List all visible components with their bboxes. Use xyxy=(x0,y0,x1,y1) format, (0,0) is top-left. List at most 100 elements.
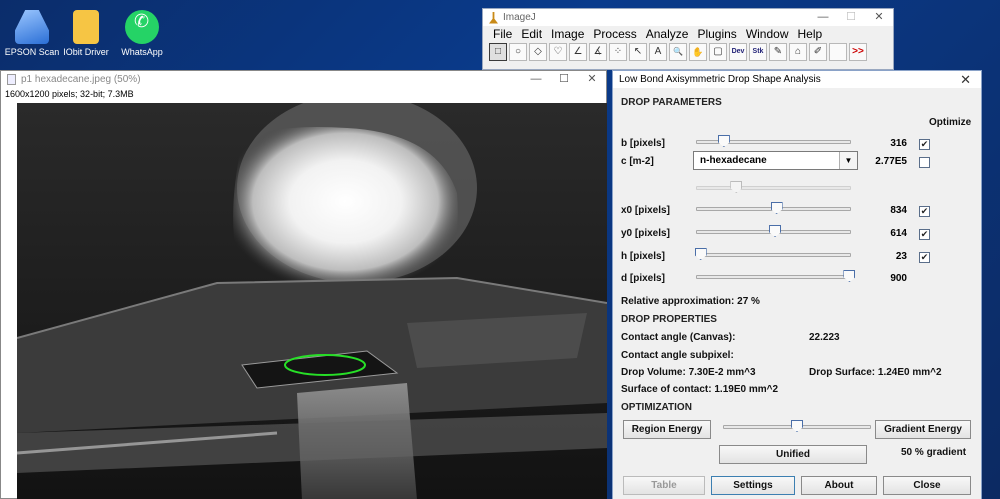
c-label: c [m-2] xyxy=(621,156,654,167)
imagej-titlebar[interactable]: ImageJ — ☐ ✕ xyxy=(483,9,893,26)
maximize-button[interactable]: ☐ xyxy=(550,71,578,88)
drop-volume: Drop Volume: 7.30E-2 mm^3 xyxy=(621,367,756,378)
fluid-select[interactable]: n-hexadecane ▼ xyxy=(693,151,858,170)
point-tool-icon[interactable]: ⁘ xyxy=(609,43,627,61)
dropper-tool-icon[interactable]: ▢ xyxy=(709,43,727,61)
rectangle-tool-icon[interactable]: □ xyxy=(489,43,507,61)
dialog-title: Low Bond Axisymmetric Drop Shape Analysi… xyxy=(619,74,821,85)
unified-button[interactable]: Unified xyxy=(719,445,867,464)
menu-process[interactable]: Process xyxy=(593,27,636,41)
menu-file[interactable]: File xyxy=(493,27,512,41)
y0-optimize-checkbox[interactable]: ✔ xyxy=(919,229,930,240)
section-drop-properties: DROP PROPERTIES xyxy=(621,314,717,325)
dialog-body: DROP PARAMETERS Optimize b [pixels] 316 … xyxy=(613,88,981,499)
x0-optimize-checkbox[interactable]: ✔ xyxy=(919,206,930,217)
h-value: 23 xyxy=(895,251,907,262)
menu-analyze[interactable]: Analyze xyxy=(646,27,689,41)
optimize-header: Optimize xyxy=(929,117,972,128)
h-slider[interactable] xyxy=(694,248,851,260)
menu-edit[interactable]: Edit xyxy=(521,27,542,41)
x0-slider[interactable] xyxy=(696,202,851,214)
image-info: 1600x1200 pixels; 32-bit; 7.3MB xyxy=(5,89,134,99)
h-optimize-checkbox[interactable]: ✔ xyxy=(919,252,930,263)
text-tool-icon[interactable]: A xyxy=(649,43,667,61)
settings-button[interactable]: Settings xyxy=(711,476,795,495)
magnifier-tool-icon[interactable]: 🔍 xyxy=(669,43,687,61)
b-optimize-checkbox[interactable]: ✔ xyxy=(919,139,930,150)
menu-window[interactable]: Window xyxy=(746,27,789,41)
stack-menu-icon[interactable]: Stk xyxy=(749,43,767,61)
imagej-window: ImageJ — ☐ ✕ File Edit Image Process Ana… xyxy=(482,8,894,70)
gradient-energy-button[interactable]: Gradient Energy xyxy=(875,420,971,439)
lbadsa-dialog: Low Bond Axisymmetric Drop Shape Analysi… xyxy=(612,70,982,499)
table-button[interactable]: Table xyxy=(623,476,705,495)
dev-menu-icon[interactable]: Dev xyxy=(729,43,747,61)
close-icon[interactable]: ✕ xyxy=(960,72,971,88)
d-value: 900 xyxy=(890,273,907,284)
d-label: d [pixels] xyxy=(621,273,665,284)
imagej-toolbar: □ ○ ◇ ♡ ∠ ∡ ⁘ ↖ A 🔍 ✋ ▢ Dev Stk ✎ ⌂ ✐ >> xyxy=(483,41,893,61)
angle-tool-icon[interactable]: ∡ xyxy=(589,43,607,61)
about-button[interactable]: About xyxy=(801,476,877,495)
desktop-icon-label: WhatsApp xyxy=(121,47,163,57)
hand-tool-icon[interactable]: ✋ xyxy=(689,43,707,61)
contact-angle-label: Contact angle (Canvas): xyxy=(621,332,736,343)
contact-angle-value: 22.223 xyxy=(809,332,840,343)
pencil-tool-icon[interactable]: ✐ xyxy=(809,43,827,61)
y0-value: 614 xyxy=(890,228,907,239)
wand-tool-icon[interactable]: ↖ xyxy=(629,43,647,61)
chevron-down-icon: ▼ xyxy=(839,152,857,169)
menu-plugins[interactable]: Plugins xyxy=(697,27,736,41)
energy-balance-slider[interactable] xyxy=(723,420,871,432)
region-energy-button[interactable]: Region Energy xyxy=(623,420,711,439)
imagej-menubar: File Edit Image Process Analyze Plugins … xyxy=(483,26,893,41)
imagej-title: ImageJ xyxy=(503,12,536,23)
x0-label: x0 [pixels] xyxy=(621,205,670,216)
fluid-select-value: n-hexadecane xyxy=(700,155,767,166)
more-tools-icon[interactable]: >> xyxy=(849,43,867,61)
empty-tool-slot[interactable] xyxy=(829,43,847,61)
dialog-titlebar[interactable]: Low Bond Axisymmetric Drop Shape Analysi… xyxy=(613,71,981,88)
image-file-icon xyxy=(7,74,16,85)
brush-tool-icon[interactable]: ✎ xyxy=(769,43,787,61)
surface-of-contact: Surface of contact: 1.19E0 mm^2 xyxy=(621,384,779,395)
polygon-tool-icon[interactable]: ◇ xyxy=(529,43,547,61)
b-label: b [pixels] xyxy=(621,138,665,149)
close-button[interactable]: ✕ xyxy=(865,9,893,26)
drop-surface: Drop Surface: 1.24E0 mm^2 xyxy=(809,367,942,378)
image-window: p1 hexadecane.jpeg (50%) — ☐ ✕ 1600x1200… xyxy=(0,70,607,499)
folder-icon xyxy=(73,10,99,44)
c-value: 2.77E5 xyxy=(875,156,907,167)
close-button[interactable]: ✕ xyxy=(578,71,606,88)
b-slider[interactable] xyxy=(696,135,851,147)
c-slider xyxy=(696,181,851,193)
line-tool-icon[interactable]: ∠ xyxy=(569,43,587,61)
desktop-icon-label: IObit Driver Booster PR xyxy=(63,47,109,57)
close-button[interactable]: Close xyxy=(883,476,971,495)
gradient-percentage: 50 % gradient xyxy=(901,447,967,458)
menu-help[interactable]: Help xyxy=(798,27,823,41)
image-title: p1 hexadecane.jpeg (50%) xyxy=(21,74,141,85)
freehand-tool-icon[interactable]: ♡ xyxy=(549,43,567,61)
section-drop-parameters: DROP PARAMETERS xyxy=(621,97,722,108)
whatsapp-icon xyxy=(125,10,159,44)
oval-tool-icon[interactable]: ○ xyxy=(509,43,527,61)
image-canvas[interactable] xyxy=(17,103,607,499)
desktop-icon-epson-scan[interactable]: EPSON Scan xyxy=(2,10,62,58)
microscope-icon xyxy=(489,11,498,24)
minimize-button[interactable]: — xyxy=(809,9,837,26)
h-label: h [pixels] xyxy=(621,251,665,262)
c-optimize-checkbox[interactable] xyxy=(919,157,930,168)
scanner-icon xyxy=(15,10,49,44)
minimize-button[interactable]: — xyxy=(522,71,550,88)
image-titlebar[interactable]: p1 hexadecane.jpeg (50%) — ☐ ✕ xyxy=(1,71,606,88)
desktop-icon-whatsapp[interactable]: WhatsApp xyxy=(112,10,172,58)
menu-image[interactable]: Image xyxy=(551,27,584,41)
y0-label: y0 [pixels] xyxy=(621,228,670,239)
desktop-icon-iobit[interactable]: IObit Driver Booster PR xyxy=(56,10,116,58)
y0-slider[interactable] xyxy=(696,225,851,237)
d-slider[interactable] xyxy=(696,270,856,282)
x0-value: 834 xyxy=(890,205,907,216)
maximize-button[interactable]: ☐ xyxy=(837,9,865,26)
flood-fill-tool-icon[interactable]: ⌂ xyxy=(789,43,807,61)
